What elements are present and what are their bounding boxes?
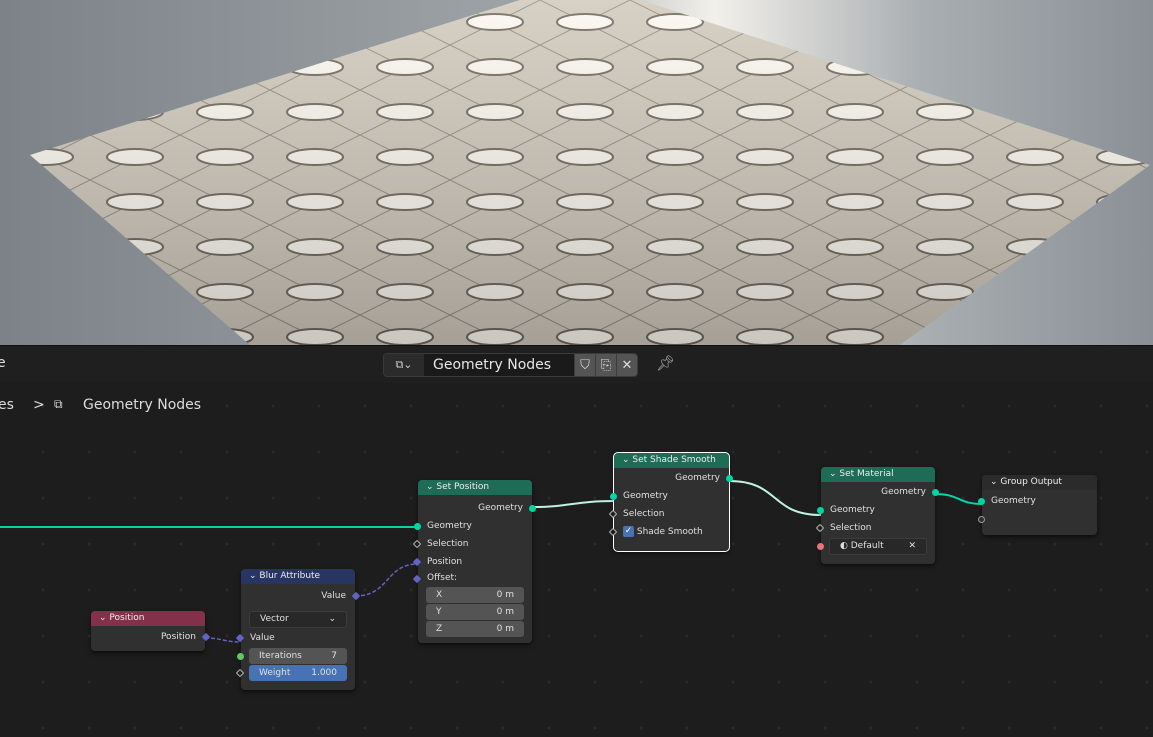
input-label: Selection [830,523,872,533]
material-input-socket[interactable] [817,543,824,550]
data-type-dropdown[interactable]: Vector ⌄ [249,611,347,628]
geometry-input-socket[interactable] [414,523,421,530]
node-set-position[interactable]: Set Position Geometry Geometry Selection… [412,480,536,643]
node-set-material[interactable]: Set Material Geometry Geometry Selection… [815,467,939,564]
node-header[interactable]: Set Material [821,467,935,482]
geometry-output-socket[interactable] [529,505,536,512]
output-label: Geometry [478,503,523,513]
input-label: Offset: [427,573,458,583]
input-label: Selection [623,509,665,519]
iterations-field[interactable]: Iterations 7 [249,648,347,664]
node-header[interactable]: Position [91,611,205,626]
geometry-input-socket[interactable] [978,498,985,505]
chevron-down-icon: ⌄ [328,614,336,624]
link-material-output [934,493,983,505]
geometry-output-socket[interactable] [726,475,733,482]
link-shade-material [728,480,822,516]
output-label: Value [321,591,346,601]
iterations-socket[interactable] [237,653,244,660]
node-header[interactable]: Blur Attribute [241,569,355,584]
checkbox-label: Shade Smooth [636,527,703,537]
output-label: Position [160,632,196,642]
shade-smooth-checkbox[interactable]: ✓ [623,526,634,537]
link-blur-position [354,563,419,597]
output-label: Geometry [675,473,720,483]
node-set-shade-smooth[interactable]: Set Shade Smooth Geometry Geometry Selec… [608,452,733,552]
output-label: Geometry [881,487,926,497]
input-label: Geometry [991,496,1036,506]
empty-input-socket[interactable] [978,516,985,523]
weight-field[interactable]: Weight 1.000 [249,665,347,681]
material-selector[interactable]: ◐ Default ✕ [829,538,927,555]
node-group-output[interactable]: Group Output Geometry [978,475,1097,535]
geometry-output-socket[interactable] [932,489,939,496]
input-label: Selection [427,539,469,549]
offset-z-field[interactable]: Z0 m [426,621,524,637]
link-setpos-shade [531,500,615,508]
geometry-input-socket[interactable] [817,507,824,514]
input-label: Geometry [427,521,472,531]
input-label: Value [250,633,275,643]
node-header[interactable]: Group Output [982,475,1097,490]
material-sphere-icon: ◐ [840,541,848,551]
input-label: Geometry [830,505,875,515]
offset-x-field[interactable]: X0 m [426,587,524,603]
node-header[interactable]: Set Position [418,480,532,495]
input-label: Position [427,557,463,567]
input-label: Geometry [623,491,668,501]
node-header[interactable]: Set Shade Smooth [614,453,729,468]
node-position[interactable]: Position Position [91,611,211,651]
offset-y-field[interactable]: Y0 m [426,604,524,620]
node-blur-attribute[interactable]: Blur Attribute Value Vector⌄ Value Itera… [235,569,361,690]
clear-material-icon[interactable]: ✕ [908,539,916,554]
geometry-input-socket[interactable] [610,493,617,500]
